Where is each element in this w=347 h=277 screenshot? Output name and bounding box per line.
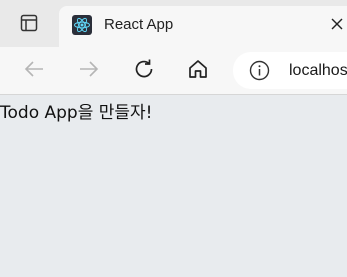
tab-title: React App — [104, 16, 174, 33]
forward-button[interactable] — [73, 55, 105, 87]
sidebar-icon — [19, 13, 39, 37]
react-logo-icon — [72, 15, 92, 35]
reload-icon — [132, 57, 156, 85]
home-button[interactable] — [182, 55, 214, 87]
close-tab-button[interactable] — [327, 15, 347, 35]
page-heading: Todo App을 만들자! — [0, 103, 153, 123]
url-text: localhost — [289, 62, 347, 79]
close-icon — [330, 16, 344, 35]
browser-toolbar: localhost — [0, 47, 347, 95]
home-icon — [186, 57, 210, 85]
forward-arrow-icon — [78, 58, 100, 84]
sidebar-toggle-button[interactable] — [8, 9, 50, 41]
reload-button[interactable] — [128, 55, 160, 87]
info-icon[interactable] — [249, 60, 270, 81]
back-arrow-icon — [23, 58, 45, 84]
back-button[interactable] — [18, 55, 50, 87]
tab-react-app[interactable]: React App — [59, 6, 347, 47]
address-bar[interactable]: localhost — [233, 52, 347, 89]
tab-strip: React App — [0, 0, 347, 47]
page-content: Todo App을 만들자! — [0, 95, 347, 277]
